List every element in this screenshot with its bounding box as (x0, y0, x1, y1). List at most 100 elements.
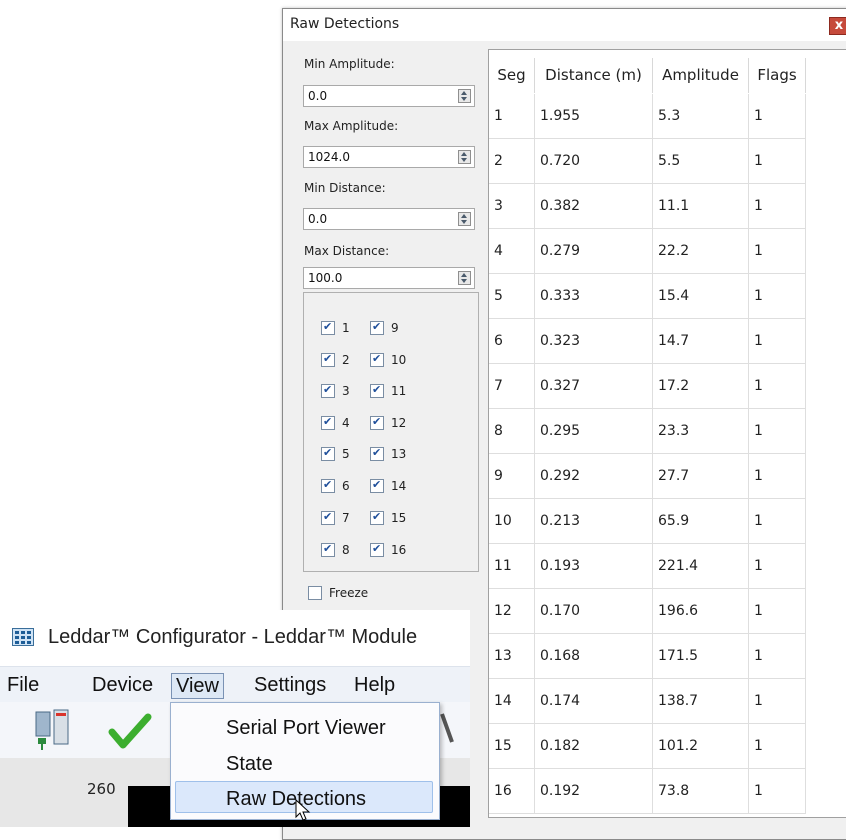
freeze-label: Freeze (329, 586, 369, 600)
max-distance-field[interactable]: 100.0 (303, 267, 475, 289)
menu-file[interactable]: File (3, 673, 43, 697)
min-distance-field[interactable]: 0.0 (303, 208, 475, 230)
cell-seg: 14 (489, 679, 535, 724)
table-row[interactable]: 16 0.192 73.8 1 (489, 769, 806, 814)
segment-checkbox-3[interactable] (321, 383, 335, 398)
table-row[interactable]: 5 0.333 15.4 1 (489, 274, 806, 319)
cell-seg: 4 (489, 229, 535, 274)
window-title: Raw Detections (290, 16, 400, 32)
segment-checkbox-11[interactable] (370, 383, 384, 398)
min-amplitude-value: 0.0 (308, 89, 328, 103)
spin-arrows-icon[interactable] (458, 212, 471, 226)
cell-flags: 1 (749, 139, 806, 184)
segment-checkbox-14[interactable] (370, 478, 384, 493)
cell-seg: 3 (489, 184, 535, 229)
cell-distance: 0.292 (535, 454, 653, 499)
cell-seg: 2 (489, 139, 535, 184)
cell-amplitude: 14.7 (653, 319, 749, 364)
title-bar[interactable]: Raw Detections x (283, 9, 846, 41)
cell-distance: 0.323 (535, 319, 653, 364)
freeze-checkbox[interactable] (308, 586, 322, 600)
segment-checkbox-2[interactable] (321, 352, 335, 367)
cell-amplitude: 138.7 (653, 679, 749, 724)
segment-label-2: 2 (342, 353, 350, 367)
cell-flags: 1 (749, 769, 806, 814)
table-row[interactable]: 4 0.279 22.2 1 (489, 229, 806, 274)
checkmark-icon[interactable] (108, 712, 152, 752)
segment-checkbox-16[interactable] (370, 542, 384, 557)
segment-checkbox-8[interactable] (321, 542, 335, 557)
segment-checkbox-6[interactable] (321, 478, 335, 493)
segment-checkbox-10[interactable] (370, 352, 384, 367)
column-header-distance[interactable]: Distance (m) (535, 58, 653, 93)
menu-bar: File Device View Settings Help (0, 666, 470, 703)
table-row[interactable]: 9 0.292 27.7 1 (489, 454, 806, 499)
segment-label-3: 3 (342, 384, 350, 398)
segment-label-15: 15 (391, 511, 407, 525)
table-row[interactable]: 7 0.327 17.2 1 (489, 364, 806, 409)
column-header-seg[interactable]: Seg (489, 58, 535, 93)
table-row[interactable]: 10 0.213 65.9 1 (489, 499, 806, 544)
cell-flags: 1 (749, 409, 806, 454)
ruler-value: 260 (87, 780, 116, 798)
cell-distance: 0.168 (535, 634, 653, 679)
menu-view[interactable]: View (171, 673, 224, 699)
cell-flags: 1 (749, 454, 806, 499)
menu-item-state[interactable]: State (226, 753, 273, 776)
segment-checkbox-9[interactable] (370, 320, 384, 335)
segment-checkbox-13[interactable] (370, 446, 384, 461)
table-row[interactable]: 15 0.182 101.2 1 (489, 724, 806, 769)
max-amplitude-field[interactable]: 1024.0 (303, 146, 475, 168)
spin-arrows-icon[interactable] (458, 150, 471, 164)
cell-seg: 16 (489, 769, 535, 814)
table-row[interactable]: 3 0.382 11.1 1 (489, 184, 806, 229)
table-row[interactable]: 13 0.168 171.5 1 (489, 634, 806, 679)
min-distance-label: Min Distance: (304, 181, 386, 195)
cell-seg: 13 (489, 634, 535, 679)
segment-checkbox-15[interactable] (370, 510, 384, 525)
segment-label-14: 14 (391, 479, 407, 493)
table-row[interactable]: 11 0.193 221.4 1 (489, 544, 806, 589)
cell-seg: 15 (489, 724, 535, 769)
device-list-icon[interactable] (34, 708, 74, 752)
segment-checkbox-5[interactable] (321, 446, 335, 461)
column-header-amplitude[interactable]: Amplitude (653, 58, 749, 93)
cell-distance: 0.333 (535, 274, 653, 319)
segment-label-9: 9 (391, 321, 399, 335)
cell-distance: 1.955 (535, 94, 653, 139)
cell-seg: 6 (489, 319, 535, 364)
menu-help[interactable]: Help (350, 673, 399, 697)
spin-arrows-icon[interactable] (458, 89, 471, 103)
cell-seg: 12 (489, 589, 535, 634)
cell-amplitude: 171.5 (653, 634, 749, 679)
menu-item-serial-port-viewer[interactable]: Serial Port Viewer (226, 717, 386, 740)
cell-distance: 0.720 (535, 139, 653, 184)
segment-checkbox-4[interactable] (321, 415, 335, 430)
max-amplitude-value: 1024.0 (308, 150, 350, 164)
search-icon[interactable] (440, 708, 460, 752)
menu-device[interactable]: Device (88, 673, 157, 697)
max-distance-value: 100.0 (308, 271, 343, 285)
segment-checkbox-1[interactable] (321, 320, 335, 335)
spin-arrows-icon[interactable] (458, 271, 471, 285)
table-row[interactable]: 6 0.323 14.7 1 (489, 319, 806, 364)
cell-distance: 0.382 (535, 184, 653, 229)
menu-settings[interactable]: Settings (250, 673, 330, 697)
cell-amplitude: 65.9 (653, 499, 749, 544)
table-row[interactable]: 2 0.720 5.5 1 (489, 139, 806, 184)
min-amplitude-field[interactable]: 0.0 (303, 85, 475, 107)
table-row[interactable]: 8 0.295 23.3 1 (489, 409, 806, 454)
column-header-flags[interactable]: Flags (749, 58, 806, 93)
cell-flags: 1 (749, 679, 806, 724)
max-amplitude-label: Max Amplitude: (304, 119, 399, 133)
segment-checkbox-7[interactable] (321, 510, 335, 525)
cell-seg: 10 (489, 499, 535, 544)
cell-distance: 0.295 (535, 409, 653, 454)
table-row[interactable]: 12 0.170 196.6 1 (489, 589, 806, 634)
segment-checkbox-12[interactable] (370, 415, 384, 430)
close-icon[interactable]: x (829, 17, 846, 35)
cell-distance: 0.193 (535, 544, 653, 589)
cell-distance: 0.279 (535, 229, 653, 274)
table-row[interactable]: 1 1.955 5.3 1 (489, 94, 806, 139)
table-row[interactable]: 14 0.174 138.7 1 (489, 679, 806, 724)
